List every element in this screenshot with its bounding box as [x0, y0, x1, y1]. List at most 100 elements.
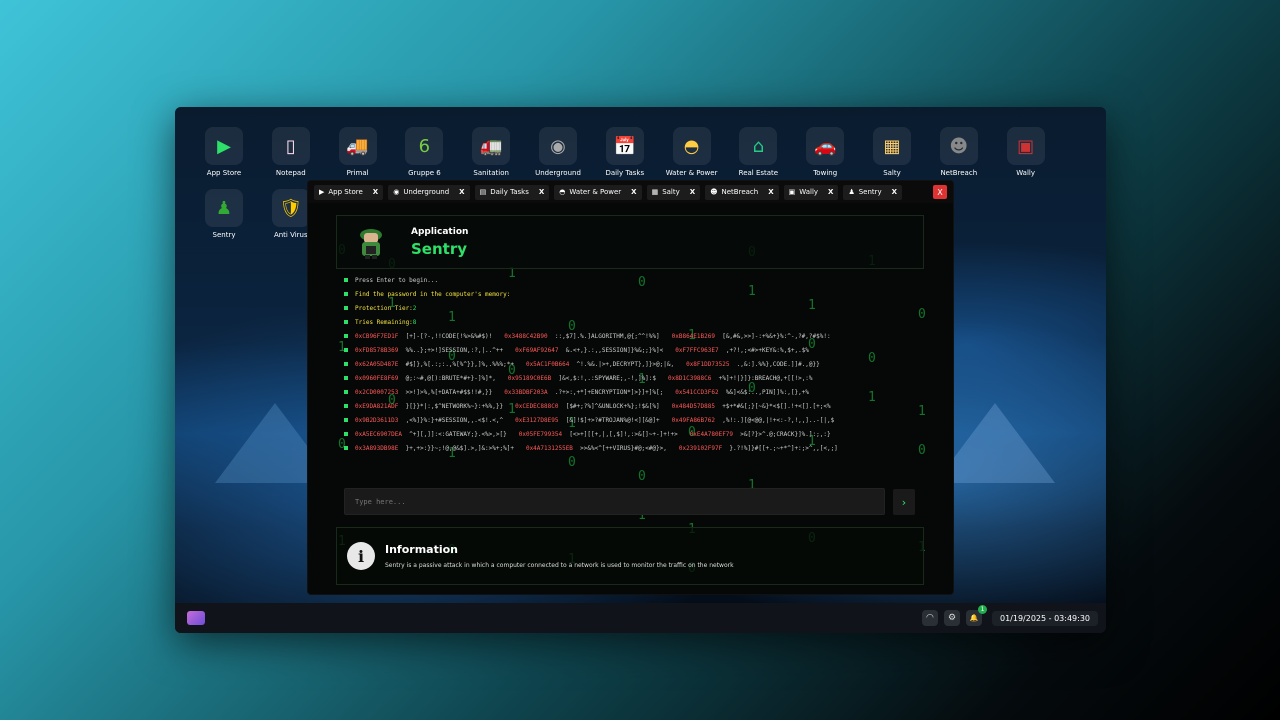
memory-dump: }+,+>:}}~;!@,@&$].>,]&:>%+;%]+ [398, 444, 514, 452]
terminal-bullet [344, 292, 348, 296]
underground-app-icon: ◉ [539, 127, 577, 165]
memory-address: 0xE9DA821ADF [355, 402, 399, 410]
wifi-icon[interactable]: ◠ [921, 610, 938, 626]
terminal-bullet [344, 278, 348, 282]
salty-tab-icon: ▦ [651, 188, 659, 196]
wally-app-icon: ▣ [1006, 127, 1045, 165]
memory-address: 0xFD8578B369 [355, 346, 399, 354]
memory-address: 0x3488C42B90 [504, 332, 548, 340]
memory-address: 0x4A7131255EB [525, 444, 573, 452]
tab-close-button[interactable]: X [373, 188, 378, 196]
app-title: Sentry [411, 240, 468, 258]
desktop-icon-underground[interactable]: ◉ Underground [525, 127, 591, 177]
tab-salty[interactable]: ▦ Salty X [646, 184, 701, 200]
daily-tasks-tab-icon: ▤ [479, 188, 487, 196]
memory-address: 0xCEDEC888C0 [515, 402, 559, 410]
memory-address: 0xE4A780EF79 [689, 430, 734, 438]
settings-gear-icon[interactable]: ⚙ [943, 610, 960, 626]
tab-daily-tasks[interactable]: ▤ Daily Tasks X [474, 184, 550, 200]
memory-address: 0xA5EC6907DEA [355, 430, 402, 438]
terminal-line: 0xFD8578B369 %%..};+>!]SESSION,:?,|..^++… [336, 343, 924, 357]
terminal-bullet [344, 306, 348, 310]
memory-dump: ::,$7].%.]ALGORITHM,@{;^^!%%] [547, 332, 660, 340]
tab-underground[interactable]: ◉ Underground X [388, 184, 470, 200]
desktop-icon-real-estate[interactable]: ⌂ Real Estate [725, 127, 791, 177]
terminal-input[interactable] [345, 489, 884, 515]
desktop-icon-label: NetBreach [940, 169, 978, 177]
tab-app-store[interactable]: ▶ App Store X [314, 184, 384, 200]
tab-close-button[interactable]: X [892, 188, 897, 196]
information-text: Sentry is a passive attack in which a co… [385, 562, 734, 569]
desktop-icon-app-store[interactable]: ▶ App Store [191, 127, 257, 177]
memory-dump: +%]+!|}]}:BREACH@,+[[!>,:% [711, 374, 813, 382]
memory-dump: >>!]>%,%[+DATA+#$$!!#,}} [398, 388, 493, 396]
memory-dump: .?+>:,+*]+ENCRYPTION*]>}]+]%[; [547, 388, 664, 396]
terminal-bullet [344, 376, 348, 380]
app-tab-bar: ▶ App Store X ◉ Underground X ▤ Daily Tasks X ◓ Wa… [308, 181, 953, 203]
memory-address: 0x3A893DB98E [355, 444, 399, 452]
terminal-bullet [344, 362, 348, 366]
desktop-icon-label: Sentry [212, 231, 236, 239]
tab-close-button[interactable]: X [828, 188, 833, 196]
terminal-line: 0xA5EC6907DEA ^+][,]]:<:GATEWAY;}.<%>,>[… [336, 427, 924, 441]
desktop-icon-gruppe-6[interactable]: 6 Gruppe 6 [391, 127, 457, 177]
desktop-icon-notepad[interactable]: ▯ Notepad [258, 127, 324, 177]
memory-address: 0x5AC1F0B664 [525, 360, 570, 368]
memory-address: 0x2CD0007253 [355, 388, 399, 396]
terminal-label: Protection Tier: [355, 304, 413, 312]
memory-dump: ^+][,]]:<:GATEWAY;}.<%>,>[} [401, 430, 507, 438]
terminal-bullet [344, 390, 348, 394]
tab-close-button[interactable]: X [539, 188, 544, 196]
terminal-line: 0x62A05D487E #$]},%[.:;:.,%[%^}},]%,.%%%… [336, 357, 924, 371]
tab-close-button[interactable]: X [631, 188, 636, 196]
terminal-label: Tries Remaining: [355, 318, 413, 326]
app-subtitle: Application [411, 227, 469, 237]
tab-label: Wally [799, 188, 819, 196]
desktop-icon-salty[interactable]: ▦ Salty [859, 127, 925, 177]
desktop-icon-primal[interactable]: 🚚 Primal [325, 127, 391, 177]
daily-tasks-app-icon: 📅 [605, 127, 644, 165]
tab-label: Daily Tasks [490, 188, 529, 196]
memory-address: 0x8D1C3988C6 [668, 374, 712, 382]
app-store-tab-icon: ▶ [319, 188, 325, 196]
tab-label: NetBreach [721, 188, 759, 196]
memory-dump: %%..};+>!]SESSION,:?,|..^++ [398, 346, 504, 354]
desktop-icon-label: Salty [883, 169, 901, 177]
memory-dump: ^!.%&.|>+,DECRYPT},]}>@;|&, [569, 360, 675, 368]
close-all-button[interactable]: X [933, 185, 947, 199]
desktop-icon-water-power[interactable]: ◓ Water & Power [659, 127, 725, 177]
send-button[interactable]: › [893, 489, 915, 515]
desktop-icon-sentry[interactable]: ♟ Sentry [191, 189, 257, 239]
desktop-icon-towing[interactable]: 🚗 Towing [792, 127, 858, 177]
terminal-bullet [344, 446, 348, 450]
tab-wally[interactable]: ▣ Wally X [783, 184, 839, 200]
sentry-tab-icon: ♟ [848, 188, 855, 196]
desktop-icon-netbreach[interactable]: ☻ NetBreach [926, 127, 992, 177]
terminal-bullet [344, 348, 348, 352]
tab-close-button[interactable]: X [690, 188, 695, 196]
tab-close-button[interactable]: X [768, 188, 773, 196]
desktop-icon-daily-tasks[interactable]: 📅 Daily Tasks [592, 127, 658, 177]
netbreach-app-icon: ☻ [939, 127, 978, 165]
memory-dump: &.<+,}.:,,SESSION]}%&;;}%]< [558, 346, 664, 354]
terminal-line: 0xCB96F7ED1F [+]-[?-,!!CODE[!%>&%#$)! 0x3… [336, 329, 924, 343]
memory-address: 0x49FA86B762 [671, 416, 715, 424]
terminal-line: Find the password in the computer's memo… [336, 287, 924, 301]
taskbar: ◠ ⚙ 🔔 1 01/19/2025 - 03:49:30 [175, 603, 1106, 633]
desktop-icon-label: Towing [813, 169, 838, 177]
tab-close-button[interactable]: X [459, 188, 464, 196]
desktop-icon-sanitation[interactable]: 🚛 Sanitation [458, 127, 524, 177]
notifications-bell-icon[interactable]: 🔔 1 [965, 605, 987, 626]
terminal-line: 0x2CD0007253 >>!]>%,%[+DATA+#$$!!#,}} 0x3… [336, 385, 924, 399]
start-menu-icon[interactable] [187, 611, 205, 625]
tab-netbreach[interactable]: ☻ NetBreach X [705, 184, 779, 200]
desktop-icon-wally[interactable]: ▣ Wally [993, 127, 1059, 177]
memory-address: 0x95189C0E6B [507, 374, 552, 382]
tab-water-power[interactable]: ◓ Water & Power X [554, 184, 642, 200]
memory-dump: [<>+][[+,|,[,$]!,:>&[]~+-]+!+> [562, 430, 678, 438]
tab-sentry[interactable]: ♟ Sentry X [843, 184, 903, 200]
tab-label: Salty [662, 188, 680, 196]
information-card: i Information Sentry is a passive attack… [336, 527, 924, 585]
memory-address: 0x239102F97F [678, 444, 723, 452]
memory-address: 0x9B2D3611D3 [355, 416, 399, 424]
